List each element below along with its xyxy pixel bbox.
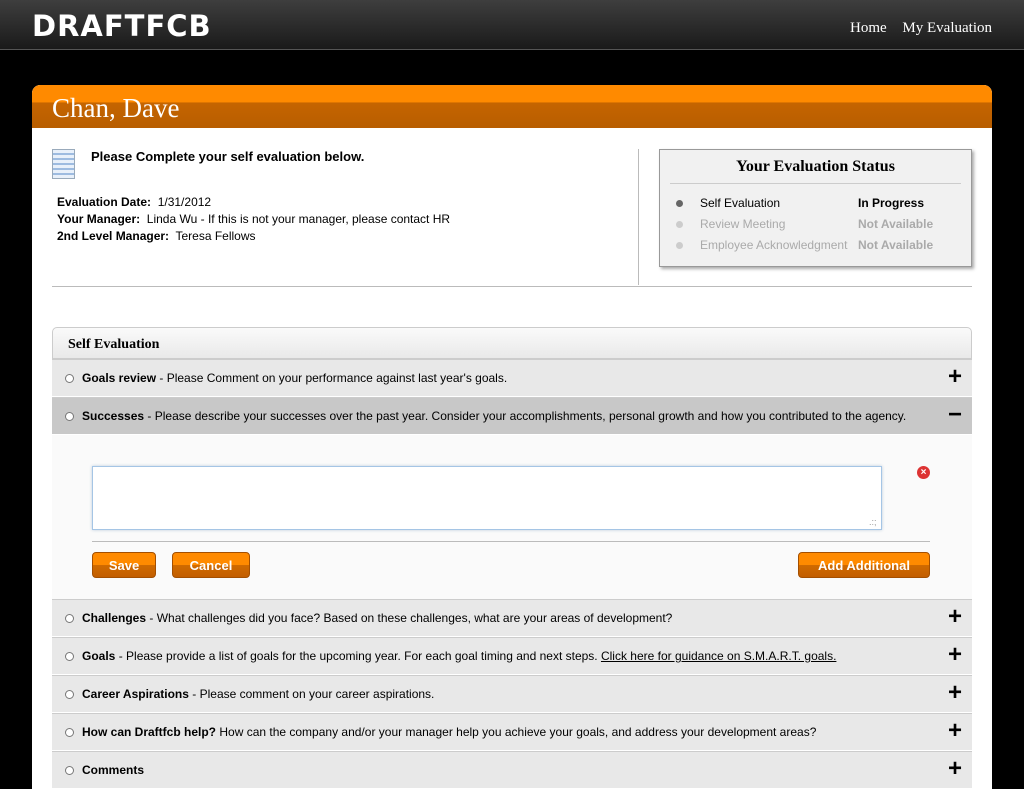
manager-label: Your Manager: [57, 212, 141, 226]
section-successes[interactable]: Successes - Please describe your success… [52, 397, 972, 435]
circle-icon [65, 652, 74, 661]
section-title: Career Aspirations [82, 687, 189, 701]
manager2-label: 2nd Level Manager: [57, 229, 170, 243]
manager-value: Linda Wu - If this is not your manager, … [146, 212, 451, 226]
expand-plus-icon[interactable]: + [948, 680, 962, 706]
section-comments[interactable]: Comments + [52, 751, 972, 789]
top-nav: Home My Evaluation [838, 20, 992, 37]
divider [92, 541, 930, 542]
main-panel: Chan, Dave Please Complete your self eva… [32, 85, 992, 789]
logo[interactable]: DRAFTFCB [32, 9, 212, 43]
status-label: Self Evaluation [700, 196, 781, 210]
save-button[interactable]: Save [92, 552, 156, 578]
divider [638, 149, 639, 285]
nav-my-evaluation-link[interactable]: My Evaluation [902, 20, 992, 36]
section-desc: - Please comment on your career aspirati… [188, 687, 435, 701]
resize-grip-icon[interactable]: .:; [869, 517, 877, 527]
status-label: Employee Acknowledgment [700, 238, 848, 252]
top-bar: DRAFTFCB Home My Evaluation [0, 0, 1024, 50]
section-goals[interactable]: Goals - Please provide a list of goals f… [52, 637, 972, 675]
successes-editor: .:; × Save Cancel Add Additional [52, 435, 972, 599]
section-title: Challenges [82, 611, 147, 625]
status-dot-icon [676, 200, 683, 207]
expand-plus-icon[interactable]: + [948, 642, 962, 668]
cancel-button[interactable]: Cancel [172, 552, 250, 578]
evaluation-status-box: Your Evaluation Status Self Evaluation I… [659, 149, 972, 267]
section-goals-review[interactable]: Goals review - Please Comment on your pe… [52, 359, 972, 397]
section-desc: - Please describe your successes over th… [144, 409, 907, 423]
add-additional-button[interactable]: Add Additional [798, 552, 930, 578]
section-desc: - Please Comment on your performance aga… [156, 371, 508, 385]
status-label: Review Meeting [700, 217, 786, 231]
expand-plus-icon[interactable]: + [948, 604, 962, 630]
collapse-minus-icon[interactable]: − [948, 402, 962, 428]
divider [670, 183, 961, 184]
status-title: Your Evaluation Status [736, 158, 895, 175]
section-title: Comments [82, 763, 145, 777]
close-icon[interactable]: × [917, 466, 930, 479]
circle-icon [65, 728, 74, 737]
circle-icon [65, 614, 74, 623]
smart-goals-link[interactable]: Click here for guidance on S.M.A.R.T. go… [601, 649, 836, 663]
panel-header: Chan, Dave [32, 85, 992, 128]
successes-textarea[interactable] [92, 466, 882, 530]
section-desc: How can the company and/or your manager … [216, 725, 817, 739]
nav-home-link[interactable]: Home [850, 20, 887, 36]
employee-name: Chan, Dave [52, 93, 180, 123]
expand-plus-icon[interactable]: + [948, 718, 962, 744]
section-title: How can Draftfcb help? [82, 725, 217, 739]
section-title: Successes [82, 409, 145, 423]
section-desc: - Please provide a list of goals for the… [115, 649, 601, 663]
expand-plus-icon[interactable]: + [948, 756, 962, 782]
section-career-aspirations[interactable]: Career Aspirations - Please comment on y… [52, 675, 972, 713]
self-evaluation-title: Self Evaluation [52, 327, 972, 359]
circle-icon [65, 374, 74, 383]
divider [52, 286, 972, 287]
section-title: Goals review [82, 371, 157, 385]
section-challenges[interactable]: Challenges - What challenges did you fac… [52, 599, 972, 637]
eval-date-label: Evaluation Date: [57, 195, 152, 209]
circle-icon [65, 690, 74, 699]
intro-text: Please Complete your self evaluation bel… [91, 149, 365, 164]
document-icon [52, 149, 75, 179]
status-value: Not Available [858, 238, 934, 252]
circle-icon [65, 412, 74, 421]
expand-plus-icon[interactable]: + [948, 364, 962, 390]
section-how-can-draftfcb-help[interactable]: How can Draftfcb help? How can the compa… [52, 713, 972, 751]
self-evaluation-accordion: Self Evaluation Goals review - Please Co… [52, 327, 972, 789]
section-title: Goals [82, 649, 116, 663]
eval-date-value: 1/31/2012 [157, 195, 212, 209]
circle-icon [65, 766, 74, 775]
status-value: Not Available [858, 217, 934, 231]
evaluation-info: Evaluation Date: 1/31/2012 Your Manager:… [57, 194, 450, 245]
status-value: In Progress [858, 196, 925, 210]
section-desc: - What challenges did you face? Based on… [146, 611, 673, 625]
status-dot-icon [676, 221, 683, 228]
manager2-value: Teresa Fellows [175, 229, 256, 243]
status-dot-icon [676, 242, 683, 249]
